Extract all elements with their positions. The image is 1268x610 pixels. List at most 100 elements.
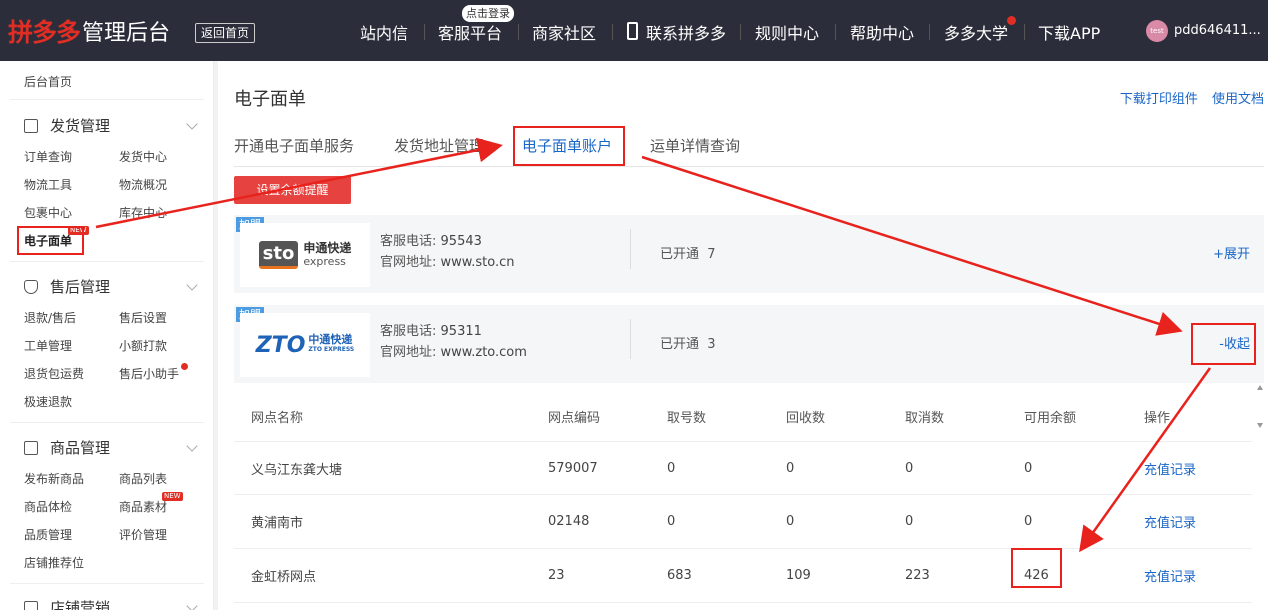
box-icon — [24, 440, 38, 455]
notification-dot — [181, 363, 188, 370]
tab-address-management[interactable]: 发货地址管理 — [394, 135, 484, 156]
new-badge: NEW — [162, 492, 183, 501]
sidebar-item-tickets[interactable]: 工单管理 — [24, 337, 72, 354]
opened-count: 已开通 7 — [660, 243, 716, 262]
user-name[interactable]: pdd646411... — [1174, 23, 1261, 38]
sidebar-divider — [10, 99, 204, 100]
logo-brand-text: 拼多多 — [8, 18, 81, 47]
phone-label: 客服电话: — [380, 234, 437, 249]
carrier-card-zto: 加盟 ZTO 中通快递 ZTO EXPRESS 客服电话: 95311 官网地址… — [234, 305, 1264, 383]
carrier-info: 客服电话: 95311 官网地址: www.zto.com — [380, 321, 527, 363]
sidebar-item-publish-product[interactable]: 发布新商品 — [24, 470, 84, 487]
sidebar-item-shop-recommend[interactable]: 店铺推荐位 — [24, 554, 84, 571]
sidebar-divider — [10, 261, 204, 262]
cell-recycled: 0 — [786, 514, 795, 529]
cell-branch-name: 金虹桥网点 — [251, 570, 317, 585]
nav-download-app[interactable]: 下载APP — [1038, 20, 1100, 44]
new-badge: NEW — [68, 226, 89, 235]
shield-icon — [24, 279, 38, 294]
cell-balance: 426 — [1024, 568, 1049, 583]
phone-icon — [627, 22, 638, 40]
cell-branch-code: 23 — [548, 568, 565, 583]
download-print-component-link[interactable]: 下载打印组件 — [1120, 92, 1198, 107]
site-label: 官网地址: — [380, 345, 437, 360]
divider — [630, 319, 631, 359]
nav-customer-service[interactable]: 客服平台 — [438, 20, 502, 44]
cell-cancelled: 0 — [905, 514, 914, 529]
sidebar-item-product-materials[interactable]: 商品素材 — [119, 498, 167, 515]
table-header: 网点名称 网点编码 取号数 回收数 取消数 可用余额 操作 — [234, 391, 1252, 441]
tab-e-waybill-account[interactable]: 电子面单账户 — [522, 135, 612, 156]
phone-value: 95543 — [440, 234, 482, 249]
tab-open-service[interactable]: 开通电子面单服务 — [234, 135, 354, 156]
document-icon — [24, 118, 38, 133]
cell-balance: 0 — [1024, 514, 1033, 529]
sto-logo-en: express — [303, 255, 346, 268]
sidebar-group-after-sales[interactable]: 售后管理 — [24, 276, 110, 297]
cell-branch-name: 义乌江东龚大塘 — [251, 462, 343, 478]
sidebar: 后台首页 发货管理 订单查询 发货中心 物流工具 物流概况 包裹中心 库存中心 … — [0, 61, 214, 610]
sidebar-item-product-check[interactable]: 商品体检 — [24, 498, 72, 515]
pdd-logo[interactable]: 拼多多 管理后台 — [8, 14, 170, 48]
sidebar-item-refunds[interactable]: 退款/售后 — [24, 309, 76, 326]
sidebar-group-marketing[interactable]: 店铺营销 — [24, 597, 110, 610]
login-bubble[interactable]: 点击登录 — [462, 5, 514, 22]
back-home-button[interactable]: 返回首页 — [195, 23, 256, 43]
recharge-record-link[interactable]: 充值记录 — [1144, 495, 1196, 548]
site-value: www.zto.com — [440, 345, 527, 360]
column-header: 取消数 — [905, 410, 945, 426]
nav-merchant-community[interactable]: 商家社区 — [532, 20, 596, 44]
sidebar-item-logistics-tools[interactable]: 物流工具 — [24, 176, 72, 193]
chevron-down-icon[interactable] — [186, 279, 198, 291]
set-balance-reminder-button[interactable]: 设置余额提醒 — [234, 176, 351, 204]
sidebar-item-after-sales-assistant[interactable]: 售后小助手 — [119, 365, 179, 382]
sidebar-item-product-list[interactable]: 商品列表 — [119, 470, 167, 487]
avatar[interactable]: test — [1146, 20, 1168, 42]
zto-logo-mark: ZTO — [255, 332, 306, 358]
nav-messages[interactable]: 站内信 — [360, 20, 408, 44]
tab-waybill-details[interactable]: 运单详情查询 — [650, 135, 740, 156]
sidebar-item-inventory-center[interactable]: 库存中心 — [119, 204, 167, 221]
sidebar-item-shipping-center[interactable]: 发货中心 — [119, 148, 167, 165]
sidebar-item-return-shipping[interactable]: 退货包运费 — [24, 365, 84, 382]
sidebar-item-reviews[interactable]: 评价管理 — [119, 526, 167, 543]
nav-help[interactable]: 帮助中心 — [850, 20, 914, 44]
column-header: 网点名称 — [251, 410, 304, 426]
sto-logo-cn: 申通快递 — [303, 241, 352, 255]
table-row: 义乌江东龚大塘 579007 0 0 0 0 充值记录 — [234, 441, 1252, 495]
cell-recycled: 0 — [786, 460, 795, 476]
sidebar-item-home[interactable]: 后台首页 — [24, 73, 72, 90]
branch-table: 网点名称 网点编码 取号数 回收数 取消数 可用余额 操作 义乌江东龚大塘 57… — [234, 391, 1252, 603]
nav-rules[interactable]: 规则中心 — [755, 20, 819, 44]
sidebar-item-small-payment[interactable]: 小额打款 — [119, 337, 167, 354]
chevron-down-icon[interactable] — [186, 440, 198, 452]
divider — [630, 229, 631, 269]
chevron-down-icon[interactable] — [186, 600, 198, 610]
sidebar-item-logistics-overview[interactable]: 物流概况 — [119, 176, 167, 193]
sidebar-group-shipping[interactable]: 发货管理 — [24, 115, 110, 136]
chevron-down-icon[interactable] — [186, 118, 198, 130]
sidebar-item-quality[interactable]: 品质管理 — [24, 526, 72, 543]
recharge-record-link[interactable]: 充值记录 — [1144, 549, 1196, 602]
docs-link[interactable]: 使用文档 — [1212, 92, 1264, 107]
table-scrollbar[interactable] — [1254, 381, 1266, 430]
nav-university[interactable]: 多多大学 — [944, 20, 1008, 44]
sidebar-item-after-sales-settings[interactable]: 售后设置 — [119, 309, 167, 326]
nav-contact[interactable]: 联系拼多多 — [646, 20, 726, 44]
recharge-record-link[interactable]: 充值记录 — [1144, 442, 1196, 494]
scroll-up-icon[interactable] — [1257, 385, 1263, 390]
sidebar-item-package-center[interactable]: 包裹中心 — [24, 204, 72, 221]
tab-bar: 开通电子面单服务 发货地址管理 电子面单账户 运单详情查询 — [234, 127, 1264, 167]
cell-branch-code: 02148 — [548, 514, 590, 529]
collapse-button[interactable]: -收起 — [1219, 333, 1250, 352]
sidebar-item-e-waybill[interactable]: 电子面单 — [24, 232, 72, 249]
table-row: 金虹桥网点 23 683 109 223 426 充值记录 — [234, 549, 1252, 603]
scroll-down-icon[interactable] — [1257, 423, 1263, 428]
column-header: 操作 — [1144, 410, 1171, 426]
site-value: www.sto.cn — [440, 255, 515, 270]
expand-button[interactable]: +展开 — [1213, 243, 1250, 262]
sidebar-item-fast-refund[interactable]: 极速退款 — [24, 393, 72, 410]
sidebar-group-products[interactable]: 商品管理 — [24, 437, 110, 458]
sidebar-item-order-query[interactable]: 订单查询 — [24, 148, 72, 165]
phone-value: 95311 — [440, 324, 482, 339]
